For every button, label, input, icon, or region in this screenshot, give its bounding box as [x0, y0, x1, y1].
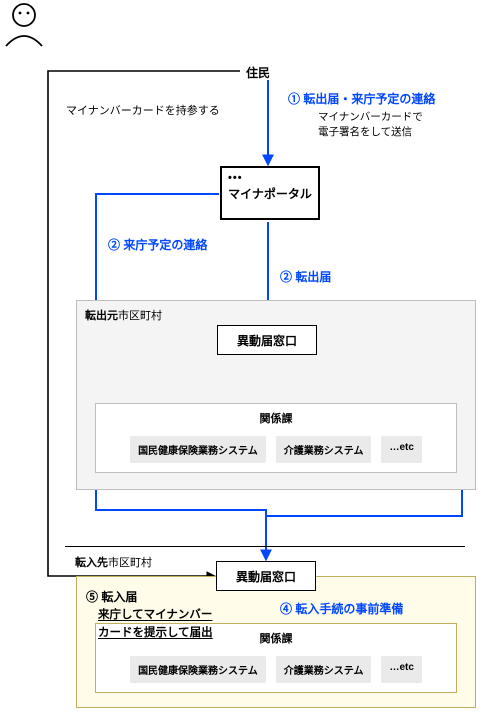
mynaportal-box: ••• マイナポータル	[220, 166, 320, 220]
system-item: …etc	[381, 656, 421, 683]
destination-divider	[65, 546, 465, 547]
step-1-note: マイナンバーカードで 電子署名をして送信	[318, 110, 423, 139]
step-5-label: ⑤ 転入届	[86, 588, 137, 605]
source-prefix: 転出元	[85, 310, 118, 322]
source-related-header: 関係課	[96, 404, 456, 426]
source-municipality-box: 転出元市区町村 異動届窓口 関係課 国民健康保険業務システム 介護業務システム …	[76, 300, 476, 490]
resident-icon	[0, 0, 500, 51]
step-2b-label: ② 転出届	[280, 268, 331, 285]
window-dots-icon: •••	[228, 172, 243, 184]
resident-label: 住民	[246, 64, 270, 81]
source-municipality-title: 転出元市区町村	[85, 307, 162, 323]
system-item: 介護業務システム	[276, 436, 372, 463]
destination-change-window: 異動届窓口	[216, 561, 316, 591]
destination-prefix: 転入先	[75, 557, 108, 569]
step-4-label: ④ 転入手続の事前準備	[280, 600, 403, 617]
mynaportal-title: マイナポータル	[228, 185, 312, 202]
system-item: 国民健康保険業務システム	[130, 656, 266, 683]
system-item: 国民健康保険業務システム	[130, 436, 266, 463]
carry-card-label: マイナンバーカードを持参する	[66, 102, 220, 118]
destination-suffix: 市区町村	[108, 557, 152, 569]
source-related-section: 関係課 国民健康保険業務システム 介護業務システム …etc	[95, 403, 457, 473]
source-suffix: 市区町村	[118, 310, 162, 322]
system-item: …etc	[381, 436, 421, 463]
destination-municipality-title: 転入先市区町村	[75, 554, 152, 570]
step-2a-label: ② 来庁予定の連絡	[108, 236, 207, 253]
step-5-note: 来庁してマイナンバー カードを提示して届出	[98, 606, 213, 643]
system-item: 介護業務システム	[276, 656, 372, 683]
step-1-label: ① 転出届・来庁予定の連絡	[288, 90, 435, 107]
source-change-window: 異動届窓口	[217, 325, 317, 355]
